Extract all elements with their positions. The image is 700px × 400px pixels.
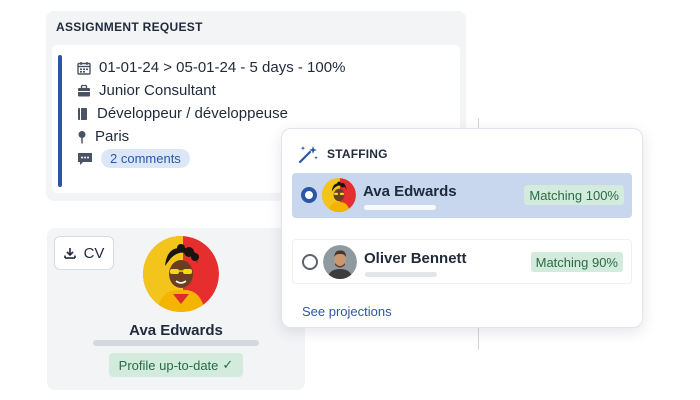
assignment-job: Développeur / développeuse [97,105,288,122]
match-badge: Matching 100% [524,185,624,205]
date-row: 01-01-24 > 05-01-24 - 5 days - 100% [77,59,345,76]
candidate-subline [365,272,437,277]
book-icon [78,107,87,120]
staffing-panel: STAFFING Ava Edwards Matching 100% Olive… [281,128,643,328]
cv-label: CV [83,244,105,262]
seniority-row: Junior Consultant [77,82,216,99]
staffing-header: STAFFING [297,144,388,164]
pin-icon [78,130,86,143]
profile-status-badge: Profile up-to-date ✓ [109,353,243,377]
candidate-name: Oliver Bennett [364,250,467,267]
job-row: Développeur / développeuse [77,105,288,122]
cv-download-button[interactable]: CV [54,236,114,270]
chat-icon [78,152,92,165]
staffing-title: STAFFING [327,147,388,161]
see-projections-link[interactable]: See projections [302,304,392,319]
avatar-photo [143,236,219,312]
candidate-row[interactable]: Ava Edwards Matching 100% [292,173,632,218]
profile-name: Ava Edwards [129,322,223,339]
assignment-dates: 01-01-24 > 05-01-24 - 5 days - 100% [99,59,346,76]
profile-card: CV Ava Edwards Profile up-to-date ✓ [47,228,305,390]
assignment-title: ASSIGNMENT REQUEST [56,20,203,34]
profile-divider [93,340,259,346]
assignment-location: Paris [95,128,130,145]
match-badge: Matching 90% [530,252,623,272]
magic-wand-icon [298,146,318,164]
comments-badge[interactable]: 2 comments [101,149,190,168]
candidate-name: Ava Edwards [363,183,457,200]
candidate-radio[interactable] [302,254,318,270]
candidate-subline [364,205,436,210]
candidate-avatar [323,245,357,279]
avatar-photo [322,178,356,212]
accent-bar [58,55,62,187]
location-row: Paris [77,128,129,145]
briefcase-icon [78,84,90,96]
comments-row[interactable]: 2 comments [77,149,190,168]
candidate-row[interactable]: Oliver Bennett Matching 90% [292,239,632,284]
assignment-seniority: Junior Consultant [99,82,216,99]
profile-status-text: Profile up-to-date [118,357,219,373]
calendar-icon [77,61,91,75]
check-icon: ✓ [222,357,234,372]
candidate-radio[interactable] [301,187,317,203]
avatar-photo [323,245,357,279]
candidate-avatar [322,178,356,212]
avatar [143,236,219,312]
download-icon [63,248,76,259]
